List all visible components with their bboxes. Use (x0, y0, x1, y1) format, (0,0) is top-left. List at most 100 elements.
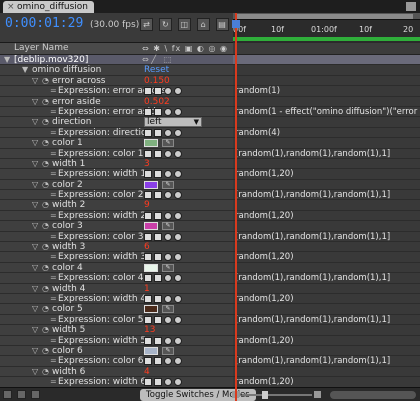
close-icon[interactable]: × (7, 1, 15, 13)
stopwatch-icon[interactable]: ◔ (42, 97, 49, 107)
expression-text[interactable]: random(1,20) (235, 211, 294, 220)
expression-row[interactable]: = Expression: color 1 [random(1),random(1)… (0, 148, 420, 159)
graph-icon[interactable] (154, 211, 162, 220)
graph-icon[interactable] (154, 170, 162, 179)
expression-toggle-icon[interactable] (144, 378, 152, 387)
expression-enable-icon[interactable]: = (50, 211, 57, 221)
expression-menu-icon[interactable] (174, 294, 182, 303)
comp-mini-flowchart-icon[interactable]: ⇄ (140, 18, 153, 31)
stopwatch-icon[interactable]: ◔ (42, 284, 49, 294)
twirl-down-icon[interactable]: ▽ (32, 346, 38, 356)
twirl-down-icon[interactable]: ▽ (32, 304, 38, 314)
expression-text[interactable]: random(1) (235, 86, 280, 95)
property-value[interactable]: 9 (144, 200, 150, 210)
horizontal-scrollbar[interactable] (330, 391, 416, 399)
stopwatch-icon[interactable]: ◔ (42, 159, 49, 169)
expression-row[interactable]: = Expression: direction random(4) (0, 127, 420, 139)
twirl-down-icon[interactable]: ▼ (4, 55, 10, 65)
pickwhip-icon[interactable] (164, 253, 172, 262)
expression-enable-icon[interactable]: = (50, 356, 57, 366)
property-row[interactable]: ▽ ◔ color 1 ✎ (0, 138, 420, 149)
property-value[interactable]: 4 (144, 367, 150, 377)
stopwatch-icon[interactable]: ◔ (42, 325, 49, 335)
reset-link[interactable]: Reset (144, 65, 169, 75)
pickwhip-icon[interactable] (164, 211, 172, 220)
property-row[interactable]: ▽ ◔ width 2 9 (0, 200, 420, 211)
pickwhip-icon[interactable] (164, 170, 172, 179)
pickwhip-icon[interactable] (164, 294, 172, 303)
time-ruler[interactable]: 00f 10f 01:00f 10f 20 (232, 13, 420, 401)
layer-switches-toggle-icon[interactable] (3, 390, 12, 399)
eyedropper-icon[interactable]: ✎ (162, 222, 174, 231)
property-row[interactable]: ▽ ◔ width 6 4 (0, 366, 420, 378)
expression-enable-icon[interactable]: = (50, 107, 57, 117)
color-swatch[interactable] (144, 346, 158, 355)
graph-icon[interactable] (154, 315, 162, 324)
pickwhip-icon[interactable] (164, 336, 172, 345)
property-value[interactable]: 13 (144, 325, 155, 335)
live-update-icon[interactable]: ↻ (158, 18, 172, 31)
twirl-down-icon[interactable]: ▽ (32, 76, 38, 86)
expression-toggle-icon[interactable] (144, 87, 152, 96)
eyedropper-icon[interactable]: ✎ (162, 305, 174, 314)
graph-icon[interactable] (154, 128, 162, 137)
stopwatch-icon[interactable]: ◔ (42, 138, 49, 148)
stopwatch-icon[interactable]: ◔ (42, 200, 49, 210)
current-time-indicator[interactable] (232, 13, 240, 401)
pickwhip-icon[interactable] (164, 128, 172, 137)
property-row[interactable]: ▽ ◔ color 4 ✎ (0, 262, 420, 274)
expression-enable-icon[interactable]: = (50, 232, 57, 242)
expression-row[interactable]: = Expression: color 4 [random(1),random(1)… (0, 273, 420, 284)
expression-menu-icon[interactable] (174, 336, 182, 345)
expression-row[interactable]: = Expression: width 1 random(1,20) (0, 169, 420, 180)
graph-icon[interactable] (154, 274, 162, 283)
expression-toggle-icon[interactable] (144, 107, 152, 116)
column-layer-name[interactable]: Layer Name (14, 43, 69, 54)
expression-text[interactable]: random(1 - effect("omino diffusion")("er… (235, 107, 420, 116)
effect-row[interactable]: ▼ omino diffusion Reset (0, 65, 420, 76)
property-row[interactable]: ▽ ◔ width 3 6 (0, 242, 420, 253)
eyedropper-icon[interactable]: ✎ (162, 180, 174, 189)
graph-icon[interactable] (154, 378, 162, 387)
expression-toggle-icon[interactable] (144, 191, 152, 200)
property-row[interactable]: ▽ ◔ width 1 3 (0, 158, 420, 170)
frame-blending-icon[interactable]: ▤ (215, 18, 229, 31)
expression-row[interactable]: = Expression: color 3 [random(1),random(1)… (0, 231, 420, 243)
expression-row[interactable]: = Expression: width 4 random(1,20) (0, 293, 420, 305)
stopwatch-icon[interactable]: ◔ (42, 76, 49, 86)
expression-toggle-icon[interactable] (144, 253, 152, 262)
layer-row[interactable]: ▼ [deblip.mov320] ⇔ ╱ ⬚ (0, 55, 420, 66)
pickwhip-icon[interactable] (164, 232, 172, 241)
twirl-down-icon[interactable]: ▼ (22, 65, 28, 75)
expression-menu-icon[interactable] (174, 315, 182, 324)
direction-select[interactable]: left ▼ (144, 117, 202, 128)
expression-text[interactable]: random(4) (235, 128, 280, 137)
property-row[interactable]: ▽ ◔ color 6 ✎ (0, 345, 420, 357)
stopwatch-icon[interactable]: ◔ (42, 346, 49, 356)
graph-icon[interactable] (154, 107, 162, 116)
stopwatch-icon[interactable]: ◔ (42, 221, 49, 231)
expression-toggle-icon[interactable] (144, 315, 152, 324)
graph-icon[interactable] (154, 149, 162, 158)
expression-menu-icon[interactable] (174, 170, 182, 179)
expression-text[interactable]: random(1,20) (235, 252, 294, 261)
expression-menu-icon[interactable] (174, 378, 182, 387)
expression-toggle-icon[interactable] (144, 128, 152, 137)
pickwhip-icon[interactable] (164, 274, 172, 283)
expression-text[interactable]: [random(1),random(1),random(1),1] (235, 149, 390, 158)
expression-enable-icon[interactable]: = (50, 252, 57, 262)
expression-menu-icon[interactable] (174, 149, 182, 158)
expression-text[interactable]: random(1,20) (235, 377, 294, 386)
twirl-down-icon[interactable]: ▽ (32, 200, 38, 210)
twirl-down-icon[interactable]: ▽ (32, 117, 38, 127)
graph-icon[interactable] (154, 191, 162, 200)
eyedropper-icon[interactable]: ✎ (162, 139, 174, 148)
zoom-slider-knob[interactable] (262, 391, 268, 399)
twirl-down-icon[interactable]: ▽ (32, 138, 38, 148)
twirl-down-icon[interactable]: ▽ (32, 367, 38, 377)
graph-icon[interactable] (154, 232, 162, 241)
expression-toggle-icon[interactable] (144, 274, 152, 283)
expression-menu-icon[interactable] (174, 253, 182, 262)
property-row[interactable]: ▽ ◔ width 5 13 (0, 325, 420, 336)
pickwhip-icon[interactable] (164, 149, 172, 158)
